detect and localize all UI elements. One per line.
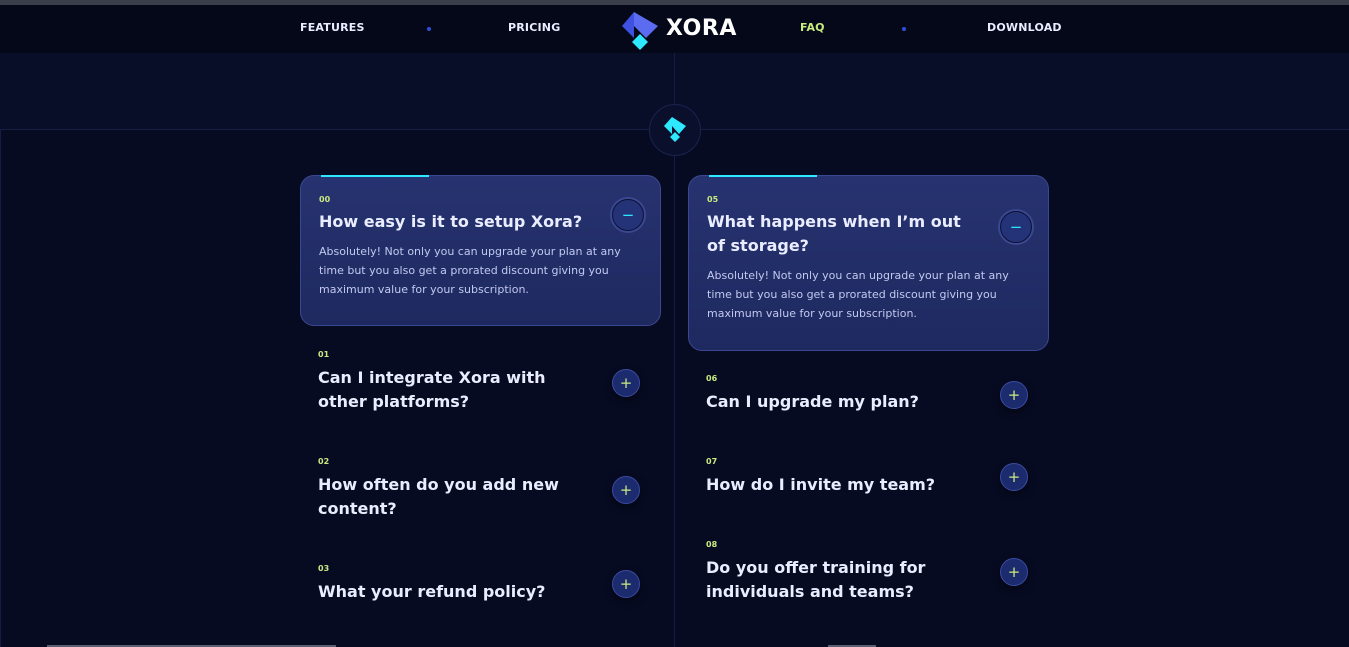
expand-button[interactable]: + [1000, 463, 1028, 491]
faq-item[interactable]: 03 What your refund policy? + [300, 559, 661, 619]
nav-link-features[interactable]: FEATURES [300, 21, 365, 34]
faq-question: How often do you add new content? [318, 475, 559, 518]
faq-number: 06 [706, 374, 718, 383]
xora-logo-icon [622, 12, 658, 50]
faq-question: How do I invite my team? [706, 475, 936, 494]
top-navbar: FEATURES PRICING XORA FAQ DOWNLOAD [0, 5, 1349, 53]
nav-link-faq[interactable]: FAQ [800, 21, 825, 34]
faq-number: 03 [318, 564, 330, 573]
section-left-border [0, 129, 1, 647]
faq-item-open[interactable]: 00 How easy is it to setup Xora? Absolut… [300, 175, 661, 326]
faq-number: 02 [318, 457, 330, 466]
faq-item[interactable]: 01 Can I integrate Xora with other platf… [300, 345, 661, 425]
faq-question: Do you offer training for individuals an… [706, 558, 926, 601]
faq-item[interactable]: 06 Can I upgrade my plan? + [688, 369, 1049, 429]
faq-question: Can I integrate Xora with other platform… [318, 368, 546, 411]
faq-logo-badge [649, 104, 701, 156]
collapse-button[interactable]: − [1000, 211, 1032, 243]
nav-separator-dot [902, 27, 906, 31]
faq-number: 00 [319, 195, 331, 204]
expand-button[interactable]: + [1000, 381, 1028, 409]
brand-logo[interactable]: XORA [620, 12, 740, 50]
nav-separator-dot [427, 27, 431, 31]
nav-link-download[interactable]: DOWNLOAD [987, 21, 1062, 34]
expand-button[interactable]: + [612, 476, 640, 504]
expand-button[interactable]: + [1000, 558, 1028, 586]
expand-button[interactable]: + [612, 570, 640, 598]
faq-question: What happens when I’m out of storage? [707, 212, 961, 255]
active-accent-line [321, 175, 429, 177]
faq-item[interactable]: 02 How often do you add new content? + [300, 452, 661, 532]
faq-number: 05 [707, 195, 719, 204]
brand-name: XORA [666, 16, 737, 41]
faq-answer: Absolutely! Not only you can upgrade you… [707, 269, 1009, 320]
faq-question: Can I upgrade my plan? [706, 392, 919, 411]
xora-mark-icon [664, 117, 686, 142]
faq-answer: Absolutely! Not only you can upgrade you… [319, 245, 621, 296]
faq-number: 07 [706, 457, 718, 466]
faq-number: 08 [706, 540, 718, 549]
faq-question: How easy is it to setup Xora? [319, 212, 583, 231]
faq-item[interactable]: 08 Do you offer training for individuals… [688, 535, 1049, 615]
active-accent-line [709, 175, 817, 177]
collapse-button[interactable]: − [612, 199, 644, 231]
faq-question: What your refund policy? [318, 582, 546, 601]
faq-number: 01 [318, 350, 330, 359]
expand-button[interactable]: + [612, 369, 640, 397]
faq-item[interactable]: 07 How do I invite my team? + [688, 452, 1049, 512]
nav-link-pricing[interactable]: PRICING [508, 21, 560, 34]
faq-item-open[interactable]: 05 What happens when I’m out of storage?… [688, 175, 1049, 351]
